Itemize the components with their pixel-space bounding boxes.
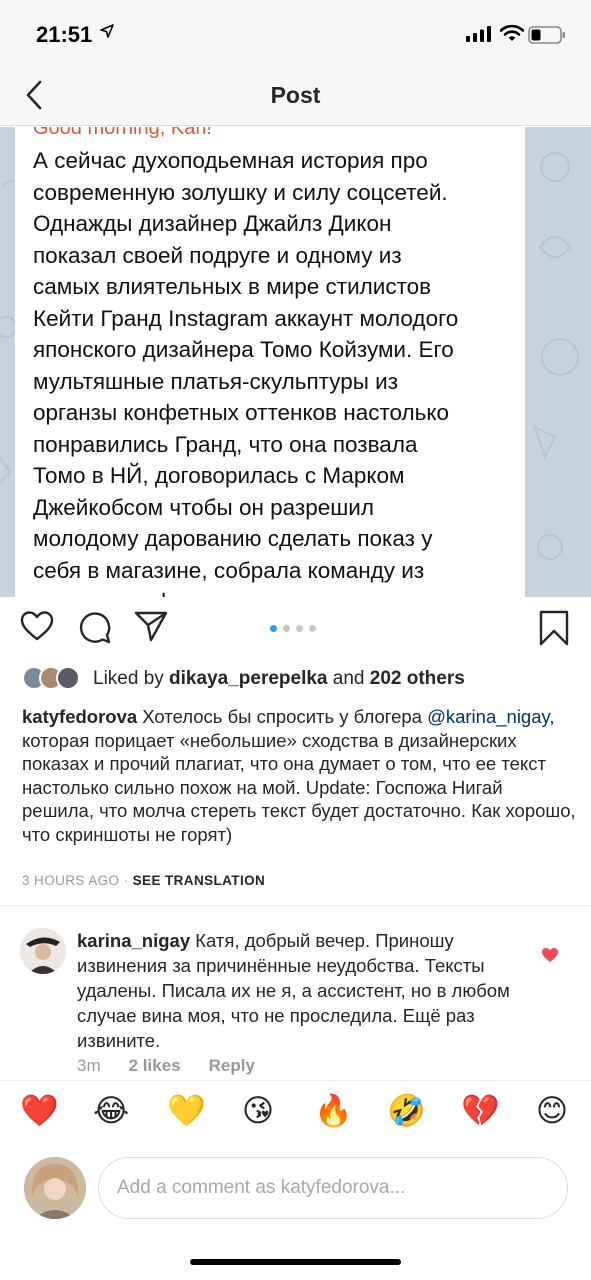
quick-emoji-bar: ❤️ 😂 💛 😘 🔥 🤣 💔 😊	[0, 1082, 591, 1142]
message-line: самых влиятельных в мире стилистов	[33, 274, 432, 299]
divider	[0, 905, 591, 906]
caption-mention[interactable]: @karina_nigay	[427, 706, 549, 727]
comment-meta: 3m 2 likes Reply	[77, 1056, 283, 1076]
status-bar: 21:51	[0, 0, 591, 66]
message-line: себя в магазине, собрала команду из	[33, 557, 425, 583]
emoji-button[interactable]: 💛	[167, 1093, 206, 1129]
post-meta: 3 HOURS AGO · SEE TRANSLATION	[22, 873, 265, 888]
meta-separator: ·	[119, 873, 133, 888]
carousel-dot	[309, 625, 316, 632]
location-arrow-icon	[100, 24, 114, 43]
message-bubble: Good morning, Kari! А сейчас духоподьемн…	[15, 127, 525, 597]
carousel-dot-active	[270, 625, 277, 632]
see-translation-link[interactable]: SEE TRANSLATION	[133, 873, 266, 888]
post-actions	[0, 600, 591, 658]
post-timestamp: 3 HOURS AGO	[22, 873, 120, 888]
paper-plane-icon[interactable]	[134, 610, 168, 647]
liker-avatars	[22, 666, 86, 690]
carousel-dot	[296, 625, 303, 632]
message-line: показал своей подруге и одному из	[33, 242, 402, 268]
emoji-button[interactable]: 🤣	[387, 1093, 426, 1129]
message-line: А сейчас духоподьемная история про	[33, 148, 428, 173]
likes-summary[interactable]: Liked by dikaya_perepelka and 202 others	[22, 664, 582, 694]
status-time: 21:51	[36, 22, 93, 47]
comment-item: karina_nigay Катя, добрый вечер. Приношу…	[77, 928, 517, 1053]
message-line: понравились Гранд, что она позвала	[33, 431, 418, 457]
avatar[interactable]	[20, 928, 66, 974]
comment-timestamp: 3m	[77, 1056, 101, 1075]
reply-button[interactable]: Reply	[209, 1056, 255, 1075]
comment-likes[interactable]: 2 likes	[129, 1056, 181, 1075]
caption-text: Хотелось бы спросить у блогера	[137, 706, 428, 727]
likes-text: Liked by dikaya_perepelka and 202 others	[93, 668, 465, 690]
heart-outline-icon[interactable]	[20, 610, 54, 647]
likes-others[interactable]: 202 others	[370, 668, 465, 689]
avatar	[56, 666, 80, 690]
message-line: современную золушку и силу соцсетей.	[33, 179, 448, 205]
message-line: мультяшные платья-скульптуры из	[33, 368, 399, 394]
message-line: Кейти Гранд Instagram аккаунт молодого	[33, 305, 459, 331]
wifi-icon	[499, 24, 525, 47]
likes-connector: and	[327, 668, 370, 689]
cellular-signal-icon	[466, 26, 492, 47]
likes-prefix: Liked by	[93, 668, 170, 689]
nav-bar: Post	[0, 66, 591, 126]
message-line: органзы конфетных оттенков настолько	[33, 400, 449, 425]
message-greeting: Good morning, Kari!	[33, 127, 212, 139]
bookmark-icon[interactable]	[538, 610, 570, 651]
message-text: А сейчас духоподьемная история про совре…	[33, 145, 513, 597]
post-image[interactable]: Good morning, Kari! А сейчас духоподьемн…	[0, 127, 591, 597]
divider	[0, 1080, 591, 1081]
comment-bubble-icon[interactable]	[78, 610, 112, 649]
comment-username[interactable]: karina_nigay	[77, 930, 190, 951]
home-indicator[interactable]	[190, 1259, 401, 1265]
message-line: Джейкобсом чтобы он разрешил	[33, 494, 375, 520]
emoji-button[interactable]: 😘	[240, 1093, 276, 1129]
battery-icon	[528, 26, 566, 49]
emoji-button[interactable]: 😊	[534, 1093, 570, 1129]
post-caption: katyfedorova Хотелось бы спросить у блог…	[22, 705, 577, 846]
page-title: Post	[270, 82, 321, 108]
message-line: японского дизайнера Томо Койзуми. Его	[33, 337, 454, 362]
heart-filled-icon[interactable]	[541, 947, 559, 968]
emoji-button[interactable]: 😂	[93, 1093, 129, 1129]
emoji-button[interactable]: 🔥	[314, 1093, 353, 1129]
add-comment-row	[0, 1142, 591, 1242]
message-line: Однажды дизайнер Джайлз Дикон	[33, 211, 392, 236]
avatar	[24, 1157, 86, 1219]
message-line: лучших профессионалов индустрии	[33, 586, 513, 597]
emoji-button[interactable]: ❤️	[20, 1093, 59, 1129]
comment-input[interactable]	[98, 1157, 568, 1219]
message-line: молодому дарованию сделать показ у	[33, 526, 433, 551]
caption-username[interactable]: katyfedorova	[22, 706, 137, 727]
liker-username[interactable]: dikaya_perepelka	[169, 668, 327, 689]
message-line: Томо в НЙ, договорилась с Марком	[33, 463, 405, 488]
carousel-dot	[283, 625, 290, 632]
carousel-indicator	[270, 625, 316, 632]
emoji-button[interactable]: 💔	[461, 1093, 500, 1129]
